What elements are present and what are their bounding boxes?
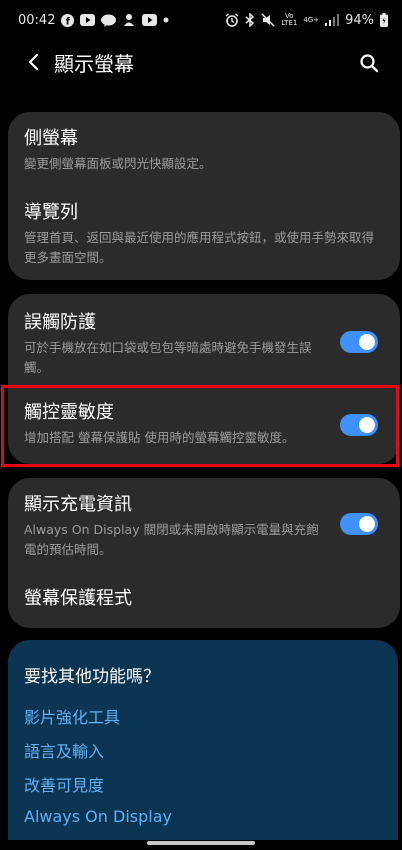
back-arrow-icon: [28, 53, 39, 71]
lte-label: LTE1: [281, 19, 298, 27]
more-notifications-icon: [163, 17, 169, 23]
page-title: 顯示螢幕: [54, 51, 134, 76]
search-button[interactable]: [354, 48, 384, 78]
youtube-icon: [80, 14, 96, 26]
facebook-icon: f: [61, 13, 75, 27]
app-header: 顯示螢幕: [0, 40, 402, 84]
toggle-knob: [359, 334, 375, 350]
accidental-touch-toggle[interactable]: [340, 331, 378, 353]
settings-card-charging: 顯示充電資訊 Always On Display 關閉或未開啟時顯示電量與充飽電…: [8, 478, 400, 628]
setting-edge-screen[interactable]: 側螢幕 變更側螢幕面板或閃光快顯設定。: [8, 128, 400, 174]
game-icon: [122, 13, 136, 27]
gesture-nav-handle[interactable]: [147, 841, 255, 845]
battery-percent: 94%: [345, 12, 374, 28]
charging-info-toggle[interactable]: [340, 513, 378, 535]
youtube-icon: [142, 14, 158, 26]
setting-subtitle: Always On Display 關閉或未開啟時顯示電量與充飽電的預估時間。: [24, 522, 319, 557]
setting-navigation-bar[interactable]: 導覽列 管理首頁、返回與最近使用的應用程式按鈕，或使用手勢來取得更多畫面空間。: [8, 202, 400, 268]
network-type-4g: 4G+: [303, 15, 320, 24]
signal-icon: [325, 14, 340, 26]
settings-card-panels: 側螢幕 變更側螢幕面板或閃光快顯設定。 導覽列 管理首頁、返回與最近使用的應用程…: [8, 112, 400, 280]
search-icon: [360, 54, 379, 73]
highlight-box: [1, 385, 399, 467]
setting-title: 誤觸防護: [24, 312, 96, 333]
status-bar: 00:42 f Vo LTE1 4G+ 94%: [0, 0, 402, 40]
status-right: Vo LTE1 4G+ 94%: [225, 13, 388, 28]
svg-text:f: f: [66, 16, 71, 27]
setting-subtitle: 管理首頁、返回與最近使用的應用程式按鈕，或使用手勢來取得更多畫面空間。: [24, 230, 375, 265]
alarm-icon: [225, 13, 239, 27]
status-left: 00:42 f: [18, 13, 169, 28]
link-language-input[interactable]: 語言及輸入: [24, 738, 104, 762]
setting-subtitle: 可於手機放在如口袋或包包等暗處時避免手機發生誤觸。: [24, 340, 312, 375]
toggle-knob: [359, 516, 375, 532]
link-visibility-enhancements[interactable]: 改善可見度: [24, 772, 104, 796]
setting-title: 螢幕保護程式: [24, 588, 132, 609]
link-always-on-display[interactable]: Always On Display: [24, 807, 172, 826]
bluetooth-icon: [245, 13, 255, 27]
setting-subtitle: 變更側螢幕面板或閃光快顯設定。: [24, 156, 212, 171]
setting-title: 導覽列: [24, 202, 78, 223]
link-video-enhancer[interactable]: 影片強化工具: [24, 704, 120, 728]
setting-title: 側螢幕: [24, 128, 78, 149]
line-icon: [101, 14, 117, 27]
setting-screen-saver[interactable]: 螢幕保護程式: [8, 588, 400, 610]
setting-title: 顯示充電資訊: [24, 494, 132, 515]
status-time: 00:42: [18, 12, 56, 28]
back-button[interactable]: [18, 47, 48, 77]
suggestions-card: 要找其他功能嗎？ 影片強化工具 語言及輸入 改善可見度 Always On Di…: [8, 640, 398, 840]
battery-charging-icon: [380, 13, 388, 27]
mute-icon: [261, 13, 275, 27]
network-type-volte: Vo LTE1: [281, 13, 297, 27]
suggestions-title: 要找其他功能嗎？: [24, 667, 160, 687]
